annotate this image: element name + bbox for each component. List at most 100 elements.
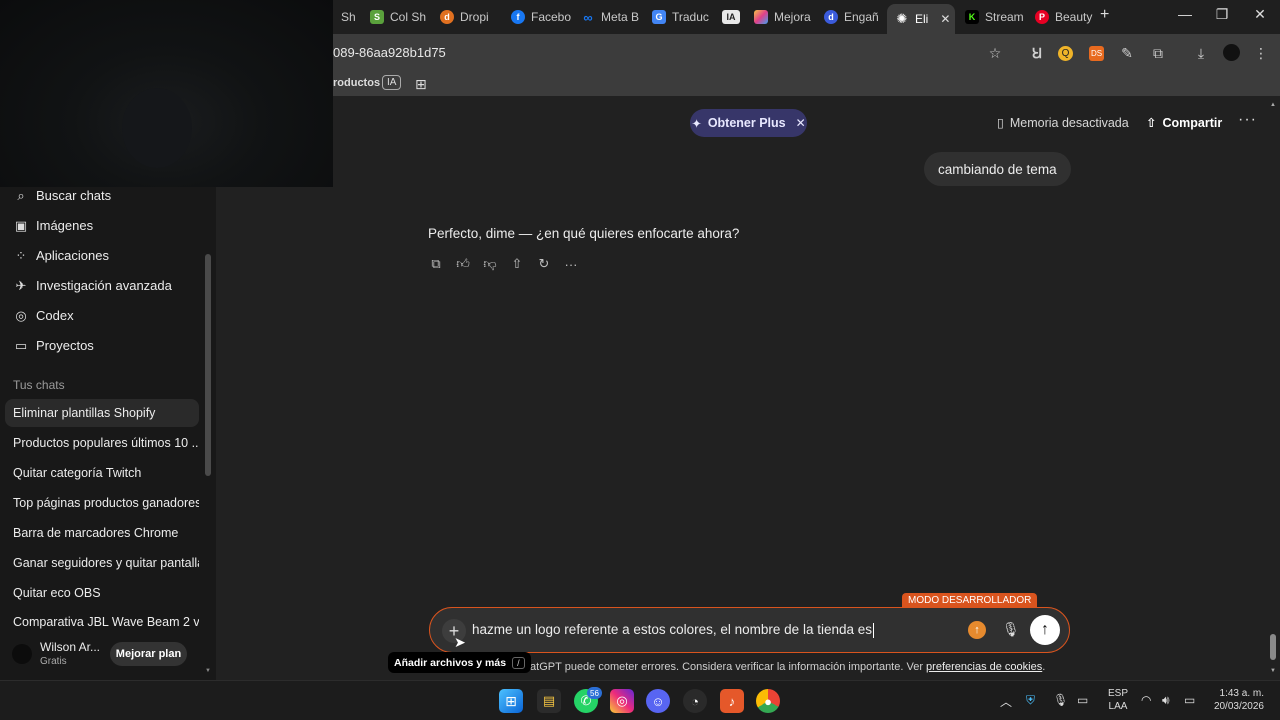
chat-item[interactable]: Quitar eco OBS [5,579,199,607]
browser-menu-icon[interactable]: ⋮ [1252,44,1270,62]
store-icon[interactable]: ▤ [537,689,561,713]
sidebar-item-projects[interactable]: ▭ Proyectos [14,338,94,354]
chrome-icon[interactable]: ● [756,689,780,713]
tab-pinterest[interactable]: P Beauty [1027,4,1097,30]
extension-q-icon[interactable]: Q [1058,46,1073,61]
defender-icon[interactable]: ⛨ [1026,693,1035,708]
sidebar-item-images[interactable]: ▣ Imágenes [14,217,93,234]
message-composer[interactable]: + hazme un logo referente a estos colore… [429,607,1070,653]
thumbs-up-icon[interactable]: 👍︎ [455,256,471,272]
wifi-icon[interactable]: ◠ [1141,693,1151,707]
upload-extension-icon[interactable]: ↑ [968,621,986,639]
chat-item[interactable]: Comparativa JBL Wave Beam 2 v... [5,609,199,631]
fl-studio-icon[interactable]: ♪ [720,689,744,713]
ia-icon: IA [722,10,740,24]
disclaimer-text: ChatGPT puede cometer errores. Considera… [516,661,923,673]
tab-shopify[interactable]: Sh [333,4,363,30]
eyedropper-icon[interactable]: ✎ [1118,44,1136,62]
chat-item[interactable]: Ganar seguidores y quitar pantalla [5,549,199,577]
translate-ext-icon[interactable]: Ꞟ [1028,44,1046,62]
battery-icon[interactable]: ▭ [1184,693,1195,707]
telescope-icon: ✈ [15,277,27,293]
extension-ds-icon[interactable]: DS [1089,46,1104,61]
share-icon[interactable]: ⇧ [509,256,525,272]
star-icon[interactable]: ☆ [986,44,1004,62]
chat-item[interactable]: Productos populares últimos 10 ... [5,429,199,457]
sidebar-scrollbar[interactable] [205,254,211,476]
more-options-icon[interactable]: ··· [1238,111,1257,129]
tab-meta[interactable]: ∞ Meta B [573,4,643,30]
minimize-icon[interactable]: — [1170,6,1200,22]
tab-label: Engañ [844,10,879,24]
upgrade-plan-button[interactable]: Mejorar plan [110,642,187,666]
url-text[interactable]: 089-86aa928b1d75 [333,45,446,60]
developer-mode-badge: MODO DESARROLLADOR [902,593,1038,608]
obs-icon[interactable]: ◔ [683,689,707,713]
sidebar-item-deep-research[interactable]: ✈ Investigación avanzada [14,277,172,294]
windows-start-icon[interactable]: ⊞ [499,689,523,713]
close-icon[interactable]: ✕ [796,116,806,130]
tab-label: Sh [341,10,356,24]
tab-dropi[interactable]: d Dropi [432,4,502,30]
tab-mejora[interactable]: Mejora [746,4,816,30]
sidebar-item-apps[interactable]: ⁘ Aplicaciones [14,248,109,264]
profile-avatar-icon[interactable] [1223,44,1240,61]
bookmark-ia[interactable]: IA [382,75,402,90]
tab-kick-stream[interactable]: K Stream [957,4,1027,30]
bookmark-productos[interactable]: roductos [333,77,380,89]
image-icon: ▣ [14,217,28,233]
cookie-preferences-link[interactable]: preferencias de cookies [926,661,1042,673]
tab-translate[interactable]: G Traduc [644,4,714,30]
tab-engano[interactable]: d Engañ [816,4,886,30]
scrollbar-thumb[interactable] [1270,634,1276,660]
tab-chatgpt-active[interactable]: ✺ Eli ✕ [887,4,955,34]
get-plus-button[interactable]: ✦ Obtener Plus ✕ [690,109,807,137]
assistant-message: Perfecto, dime — ¿en qué quieres enfocar… [428,226,740,241]
volume-icon[interactable]: 🔊︎ [1162,693,1170,708]
system-clock[interactable]: 1:43 a. m. 20/03/2026 [1210,687,1264,713]
tab-facebook[interactable]: f Facebo [503,4,573,30]
chat-item[interactable]: Top páginas productos ganadores [5,489,199,517]
memory-status[interactable]: ▯ Memoria desactivada [997,115,1129,131]
scroll-up-arrow-icon[interactable]: ▲ [1270,102,1276,108]
extensions-puzzle-icon[interactable]: ⧉ [1149,44,1167,62]
input-language[interactable]: ESP LAA [1108,687,1128,713]
instagram-icon[interactable]: ◎ [610,689,634,713]
sidebar-item-search-chats[interactable]: ⌕ Buscar chats [14,188,111,204]
main-chat-area [216,96,1280,680]
more-icon[interactable]: ··· [563,256,579,272]
kick-icon: K [965,10,979,24]
share-button[interactable]: ⇧ Compartir [1146,115,1222,131]
scroll-down-arrow-icon[interactable]: ▼ [205,668,211,674]
tab-col-shopify[interactable]: S Col Sh [362,4,432,30]
chat-item[interactable]: Eliminar plantillas Shopify [5,399,199,427]
composer-input[interactable]: hazme un logo referente a estos colores,… [472,622,874,638]
discord-icon[interactable]: ☺ [646,689,670,713]
microphone-icon[interactable]: 🎙︎ [1002,621,1020,638]
tab-label: Col Sh [390,10,427,24]
copy-icon[interactable]: ⧉ [428,256,444,272]
tray-mic-icon[interactable]: 🎙︎ [1053,693,1068,707]
dropi-icon: d [440,10,454,24]
lang-layout: LAA [1108,701,1128,712]
chat-item[interactable]: Quitar categoría Twitch [5,459,199,487]
download-icon[interactable]: ⤓ [1192,44,1210,62]
user-profile[interactable]: Wilson Ar... Gratis [12,640,100,667]
tray-expand-icon[interactable]: ︿ [1000,693,1012,710]
tab-ia[interactable]: IA [714,4,748,30]
sidebar-item-codex[interactable]: ◎ Codex [14,308,73,324]
new-tab-icon[interactable]: + [1100,6,1109,24]
regenerate-icon[interactable]: ↻ [536,256,552,272]
apps-grid-icon[interactable]: ⊞ [415,76,427,93]
mouse-pointer-icon: ➤ [454,634,466,650]
tray-display-icon[interactable]: ▭ [1077,693,1088,707]
chat-item[interactable]: Barra de marcadores Chrome [5,519,199,547]
main-scrollbar[interactable]: ▲ ▼ [1270,102,1276,676]
close-tab-icon[interactable]: ✕ [940,12,950,26]
thumbs-down-icon[interactable]: 👎︎ [482,256,498,272]
restore-icon[interactable]: ❐ [1207,6,1237,23]
chats-heading: Tus chats [13,378,65,392]
close-window-icon[interactable]: ✕ [1245,6,1275,23]
scroll-down-arrow-icon[interactable]: ▼ [1270,668,1276,674]
send-button[interactable]: ↑ [1030,615,1060,645]
